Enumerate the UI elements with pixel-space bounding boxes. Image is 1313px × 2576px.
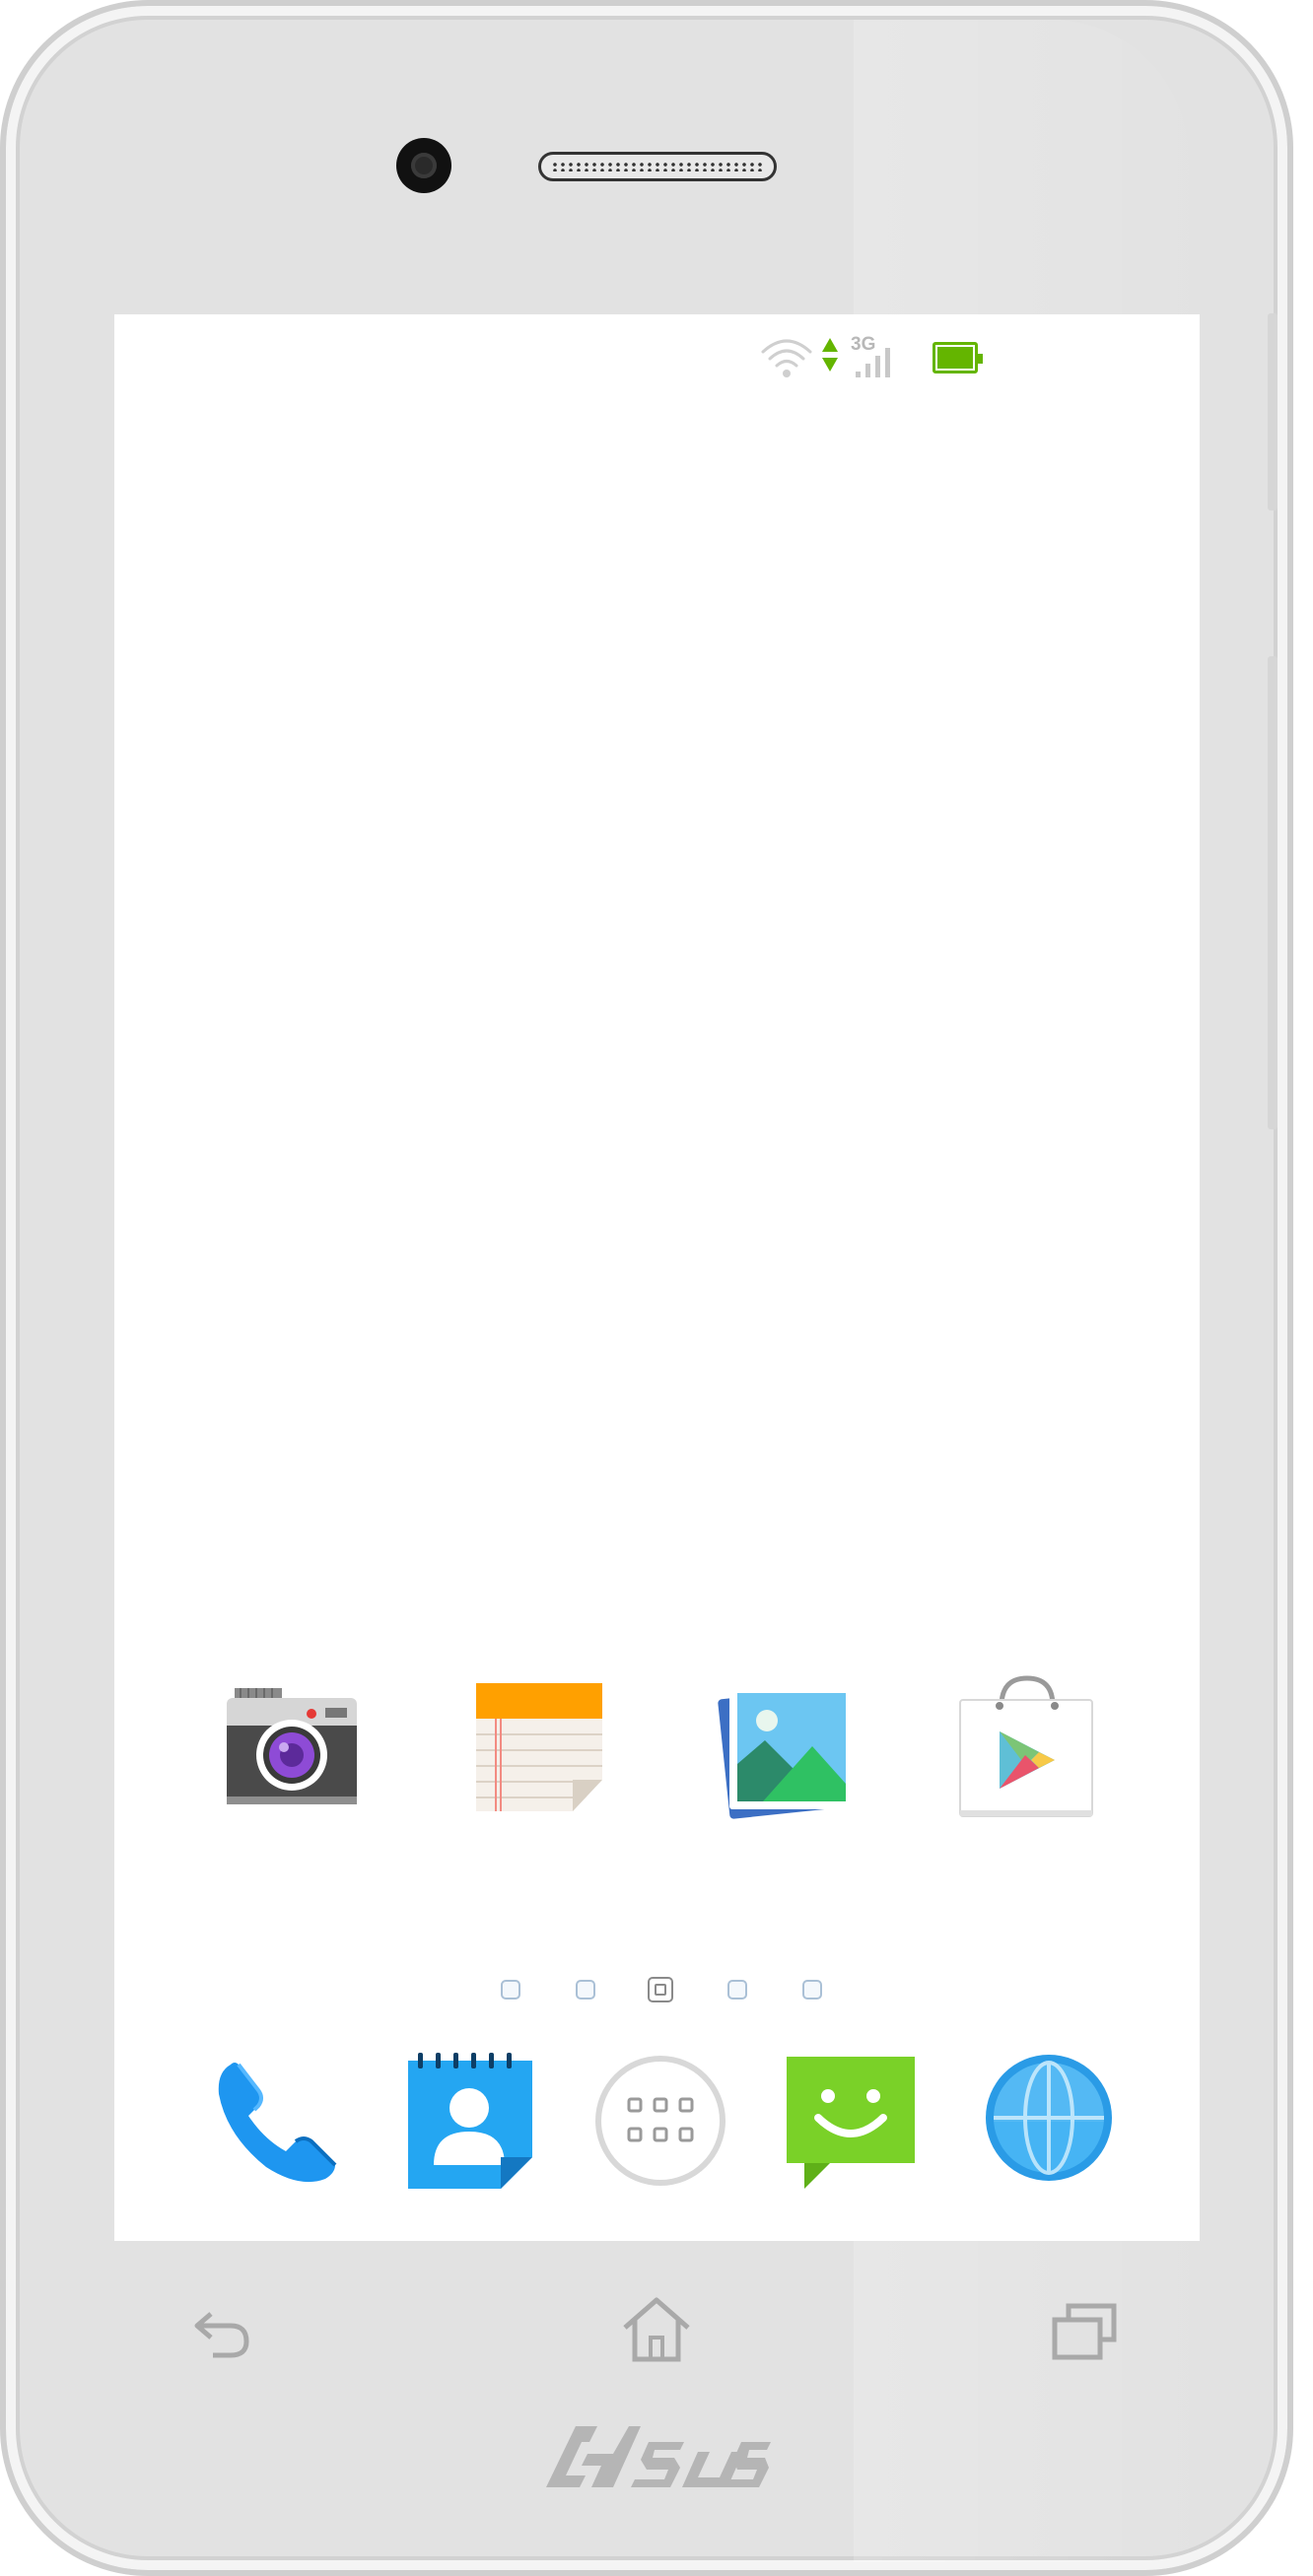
back-key-icon[interactable] [187,2298,256,2363]
wifi-icon [761,339,812,377]
browser-icon[interactable] [982,2047,1116,2189]
earpiece-speaker [538,152,777,181]
front-camera [396,138,451,193]
battery-icon [933,342,983,373]
camera-icon[interactable] [225,1686,359,1810]
volume-button[interactable] [1268,313,1278,510]
page-indicator-dot[interactable] [802,1980,822,2000]
app-drawer-icon[interactable] [591,2052,729,2190]
page-indicator-dot[interactable] [727,1980,747,2000]
home-screen: 3G [114,314,1200,2241]
play-store-icon[interactable] [956,1672,1096,1822]
messages-icon[interactable] [785,2055,917,2191]
data-arrows-icon [822,338,838,372]
notes-icon[interactable] [474,1681,604,1813]
gallery-icon[interactable] [718,1677,862,1821]
page-indicator-dot[interactable] [501,1980,520,2000]
page-indicator-dot-active[interactable] [648,1977,673,2002]
signal-bars-icon [856,348,890,377]
asus-logo [546,2426,771,2487]
page-indicator-dot[interactable] [576,1980,595,2000]
power-button[interactable] [1268,656,1278,1129]
home-key-icon[interactable] [619,2292,694,2365]
phone-icon[interactable] [209,2051,351,2193]
contacts-icon[interactable] [404,2049,536,2193]
phone-body: 3G [0,0,1293,2576]
recents-key-icon[interactable] [1049,2300,1122,2363]
